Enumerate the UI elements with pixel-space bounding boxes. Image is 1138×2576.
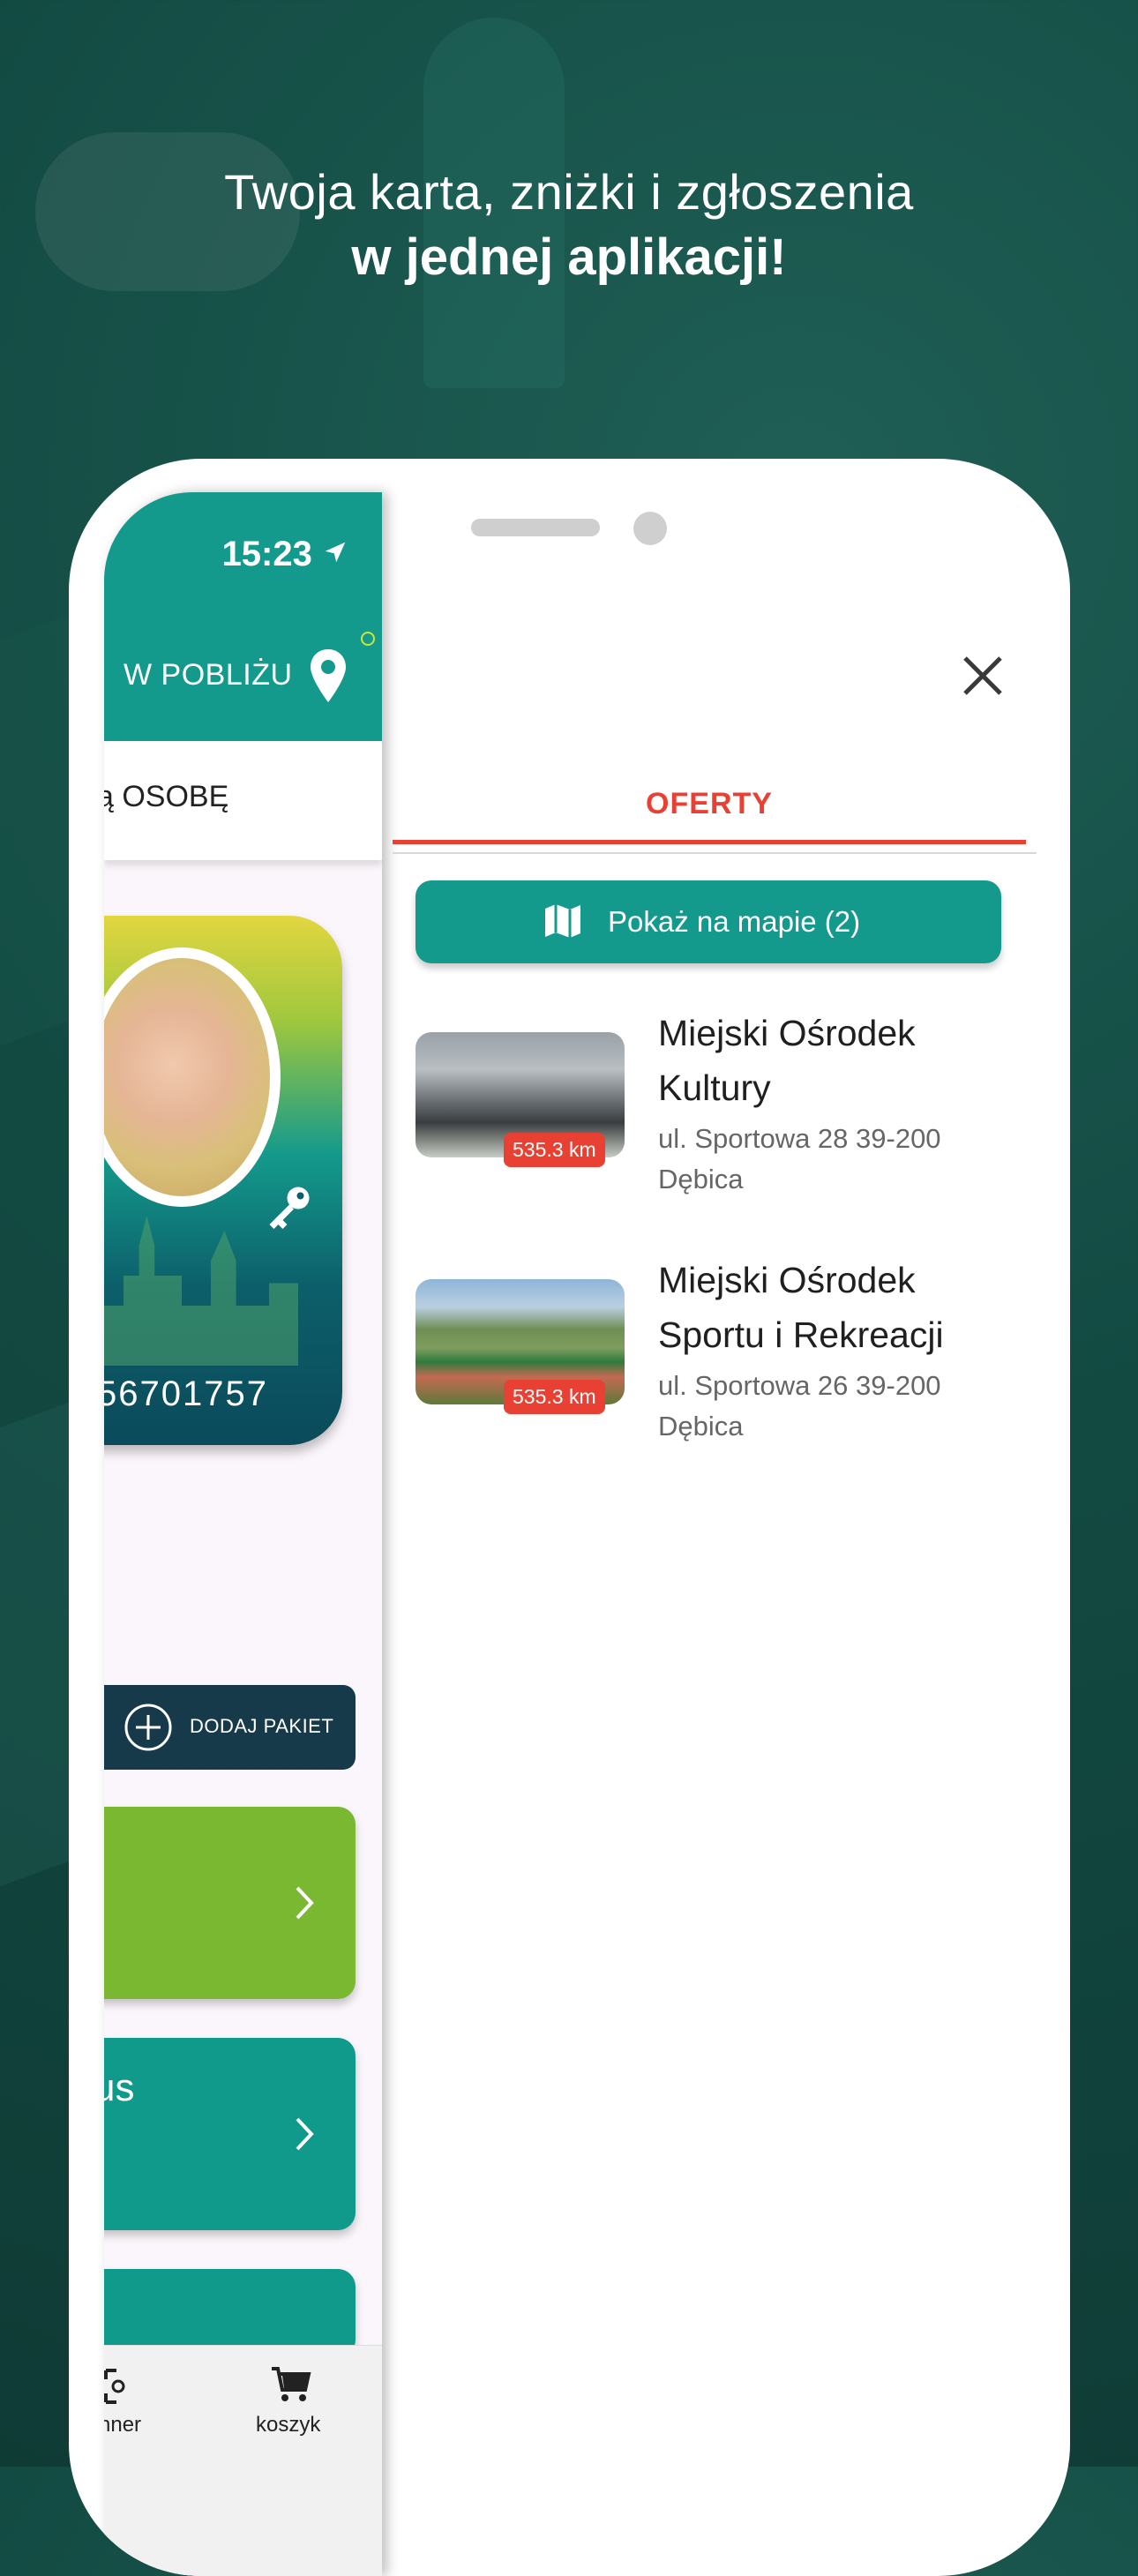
show-on-map-label: Pokaż na mapie (2) xyxy=(608,905,861,938)
phone-frame: 15:23 W POBLIŻU ą OSOBĘ 56701757 DODAJ P… xyxy=(69,459,1070,2576)
user-card[interactable]: 56701757 xyxy=(104,916,342,1445)
tab-divider xyxy=(393,852,1037,854)
offer-address: ul. Sportowa 26 39-200 Dębica xyxy=(658,1366,1011,1447)
chevron-right-icon xyxy=(296,1886,314,1920)
location-arrow-icon xyxy=(325,542,346,563)
map-icon xyxy=(545,904,580,938)
scanner-icon[interactable] xyxy=(104,2367,131,2406)
close-icon[interactable] xyxy=(960,653,1006,699)
app-header: 15:23 W POBLIŻU xyxy=(104,492,382,741)
offer-address-line2: Dębica xyxy=(658,1164,744,1194)
add-package-label: DODAJ PAKIET xyxy=(190,1715,334,1737)
add-person-row[interactable]: ą OSOBĘ xyxy=(104,741,382,860)
map-pin-icon[interactable] xyxy=(307,649,349,702)
add-person-label: ą OSOBĘ xyxy=(104,780,229,813)
plus-circle-icon xyxy=(124,1704,172,1751)
phone-camera xyxy=(633,512,667,545)
status-time: 15:23 xyxy=(222,535,348,574)
avatar xyxy=(104,947,281,1207)
offer-address-line1: ul. Sportowa 28 39-200 xyxy=(658,1123,941,1154)
app-drawer-panel: 15:23 W POBLIŻU ą OSOBĘ 56701757 DODAJ P… xyxy=(104,492,382,2576)
nav-scanner-label[interactable]: nner xyxy=(104,2413,141,2437)
headline-line-1: Twoja karta, zniżki i zgłoszenia xyxy=(224,164,914,220)
phone-speaker xyxy=(471,519,600,536)
chevron-right-icon xyxy=(296,2117,314,2151)
offer-address-line2: Dębica xyxy=(658,1411,744,1442)
status-time-text: 15:23 xyxy=(221,535,312,573)
offer-name: Miejski Ośrodek Sportu i Rekreacji xyxy=(658,1260,944,1355)
city-silhouette xyxy=(104,1216,298,1366)
tab-offers[interactable]: OFERTY xyxy=(393,787,1026,821)
show-on-map-button[interactable]: Pokaż na mapie (2) xyxy=(416,880,1001,963)
promo-headline: Twoja karta, zniżki i zgłoszenia w jedne… xyxy=(0,163,1138,287)
offer-address-line1: ul. Sportowa 26 39-200 xyxy=(658,1370,941,1401)
teal-tile-text: us xyxy=(104,2066,135,2109)
teal-menu-tile-partial[interactable] xyxy=(104,2269,356,2357)
distance-badge: 535.3 km xyxy=(504,1380,605,1414)
green-menu-tile[interactable] xyxy=(104,1807,356,1999)
key-icon[interactable] xyxy=(263,1180,316,1233)
notification-dot xyxy=(361,632,375,646)
add-package-button[interactable]: DODAJ PAKIET xyxy=(104,1685,356,1770)
cart-icon[interactable] xyxy=(270,2365,312,2404)
headline-line-2: w jednej aplikacji! xyxy=(351,228,787,286)
card-number: 56701757 xyxy=(104,1374,268,1413)
distance-badge: 535.3 km xyxy=(504,1133,605,1167)
teal-menu-tile[interactable]: us xyxy=(104,2038,356,2230)
nearby-label[interactable]: W POBLIŻU xyxy=(124,658,293,693)
offer-name: Miejski Ośrodek Kultury xyxy=(658,1013,916,1108)
nav-cart-label[interactable]: koszyk xyxy=(256,2413,320,2437)
offer-address: ul. Sportowa 28 39-200 Dębica xyxy=(658,1119,1011,1200)
bottom-navigation: nner koszyk xyxy=(104,2345,382,2576)
tab-active-indicator xyxy=(393,840,1026,844)
